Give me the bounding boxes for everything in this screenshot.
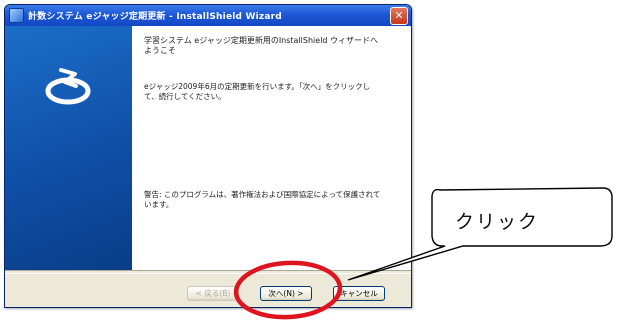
next-button[interactable]: 次へ(N) > <box>260 286 312 301</box>
copyright-warning: 警告: このプログラムは、著作権法および国際協定によって保護されています。 <box>144 190 381 209</box>
back-button[interactable]: < 戻る(B) <box>187 286 239 301</box>
instruction-text: eジャッジ2009年6月の定期更新を行います。「次へ」をクリックして、続行してく… <box>144 82 371 101</box>
installshield-logo-icon <box>45 68 91 105</box>
welcome-heading: 学習システム eジャッジ定期更新用のInstallShield ウィザードへよう… <box>144 36 379 55</box>
cancel-button[interactable]: キャンセル <box>333 286 385 301</box>
window-title: 計数システム eジャッジ定期更新 - InstallShield Wizard <box>28 12 282 22</box>
button-separator <box>5 270 411 274</box>
wizard-banner <box>5 26 132 270</box>
callout-label: クリック <box>455 211 540 233</box>
installer-window: 計数システム eジャッジ定期更新 - InstallShield Wizard … <box>4 4 412 308</box>
close-button[interactable]: ✕ <box>390 7 408 25</box>
wizard-content: 学習システム eジャッジ定期更新用のInstallShield ウィザードへよう… <box>132 26 411 270</box>
installer-icon <box>9 8 24 23</box>
title-bar: 計数システム eジャッジ定期更新 - InstallShield Wizard … <box>5 5 411 26</box>
